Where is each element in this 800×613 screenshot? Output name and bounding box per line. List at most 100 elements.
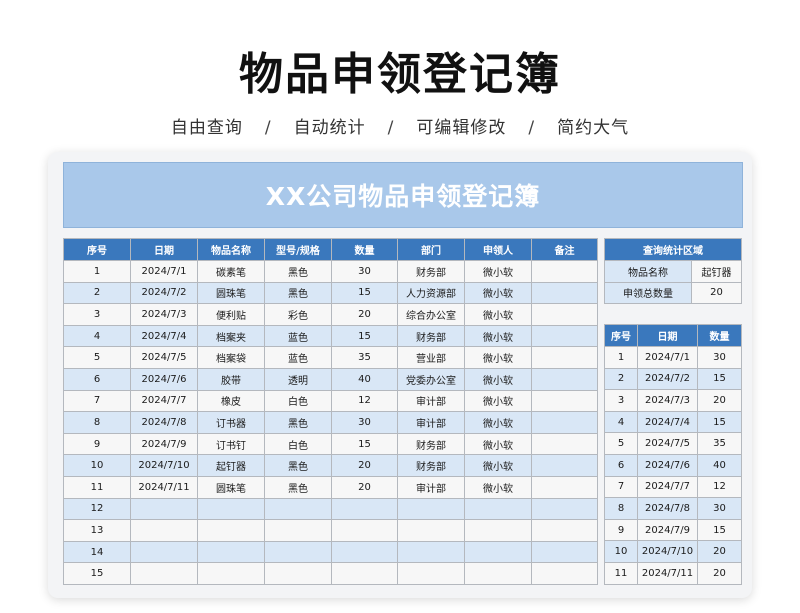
table-cell[interactable]: [130, 519, 198, 542]
table-cell[interactable]: 2024/7/1: [130, 260, 198, 283]
table-cell[interactable]: [331, 497, 398, 521]
column-header[interactable]: 型号/规格: [264, 238, 332, 261]
table-cell[interactable]: 15: [697, 410, 742, 434]
column-header[interactable]: 序号: [604, 324, 638, 347]
table-cell[interactable]: 8: [63, 411, 131, 434]
table-cell[interactable]: 9: [63, 432, 131, 456]
table-cell[interactable]: 15: [331, 432, 398, 456]
table-cell[interactable]: 2024/7/2: [637, 367, 698, 391]
column-header[interactable]: 部门: [397, 238, 465, 261]
table-cell[interactable]: 起钉器: [197, 454, 265, 477]
table-cell[interactable]: [197, 562, 265, 585]
table-cell[interactable]: 20: [697, 389, 742, 412]
table-cell[interactable]: 15: [63, 562, 131, 585]
table-cell[interactable]: 黑色: [264, 475, 332, 499]
table-cell[interactable]: 1: [604, 346, 638, 369]
table-cell[interactable]: 2024/7/8: [637, 497, 698, 520]
table-cell[interactable]: 2024/7/3: [637, 389, 698, 412]
table-cell[interactable]: 蓝色: [264, 324, 332, 348]
table-cell[interactable]: [531, 497, 598, 521]
table-cell[interactable]: 2024/7/1: [637, 346, 698, 369]
table-cell[interactable]: 9: [604, 518, 638, 542]
table-cell[interactable]: 黑色: [264, 411, 332, 434]
table-cell[interactable]: [397, 562, 465, 585]
column-header[interactable]: 申领人: [464, 238, 532, 261]
column-header[interactable]: 备注: [531, 238, 598, 261]
table-cell[interactable]: 2024/7/2: [130, 281, 198, 305]
table-cell[interactable]: 微小软: [464, 346, 532, 369]
table-cell[interactable]: 圆珠笔: [197, 281, 265, 305]
table-cell[interactable]: 2024/7/9: [130, 432, 198, 456]
table-cell[interactable]: 2024/7/10: [130, 454, 198, 477]
table-cell[interactable]: 综合办公室: [397, 303, 465, 326]
table-cell[interactable]: [531, 303, 598, 326]
table-cell[interactable]: [464, 562, 532, 585]
table-cell[interactable]: 黑色: [264, 454, 332, 477]
query-total-value[interactable]: 20: [691, 281, 742, 305]
table-cell[interactable]: [264, 519, 332, 542]
table-cell[interactable]: 彩色: [264, 303, 332, 326]
table-cell[interactable]: 35: [331, 346, 398, 369]
table-cell[interactable]: 财务部: [397, 454, 465, 477]
table-cell[interactable]: 2024/7/11: [130, 475, 198, 499]
table-cell[interactable]: 14: [63, 540, 131, 564]
table-cell[interactable]: 10: [604, 540, 638, 563]
column-header[interactable]: 序号: [63, 238, 131, 261]
table-cell[interactable]: [531, 260, 598, 283]
table-cell[interactable]: 15: [697, 367, 742, 391]
table-cell[interactable]: 审计部: [397, 389, 465, 413]
table-cell[interactable]: 12: [63, 497, 131, 521]
table-cell[interactable]: 20: [331, 303, 398, 326]
column-header[interactable]: 数量: [331, 238, 398, 261]
table-cell[interactable]: 4: [63, 324, 131, 348]
table-cell[interactable]: 胶带: [197, 367, 265, 391]
table-cell[interactable]: [264, 497, 332, 521]
table-cell[interactable]: 11: [63, 475, 131, 499]
table-cell[interactable]: 碳素笔: [197, 260, 265, 283]
table-cell[interactable]: 2024/7/8: [130, 411, 198, 434]
table-cell[interactable]: 1: [63, 260, 131, 283]
table-cell[interactable]: 2024/7/4: [130, 324, 198, 348]
table-cell[interactable]: 8: [604, 497, 638, 520]
table-cell[interactable]: 微小软: [464, 411, 532, 434]
table-cell[interactable]: [397, 540, 465, 564]
table-cell[interactable]: [531, 346, 598, 369]
table-cell[interactable]: 2024/7/4: [637, 410, 698, 434]
table-cell[interactable]: 微小软: [464, 324, 532, 348]
table-cell[interactable]: 微小软: [464, 475, 532, 499]
table-cell[interactable]: 微小软: [464, 367, 532, 391]
table-cell[interactable]: 30: [697, 346, 742, 369]
column-header[interactable]: 物品名称: [197, 238, 265, 261]
table-cell[interactable]: 黑色: [264, 281, 332, 305]
table-cell[interactable]: 2024/7/5: [637, 432, 698, 455]
table-cell[interactable]: 15: [331, 281, 398, 305]
table-cell[interactable]: 2024/7/5: [130, 346, 198, 369]
table-cell[interactable]: 30: [331, 411, 398, 434]
table-cell[interactable]: 13: [63, 519, 131, 542]
table-cell[interactable]: [197, 540, 265, 564]
column-header[interactable]: 日期: [130, 238, 198, 261]
table-cell[interactable]: 财务部: [397, 432, 465, 456]
table-cell[interactable]: [197, 497, 265, 521]
query-item-value[interactable]: 起钉器: [691, 260, 742, 283]
table-cell[interactable]: [397, 519, 465, 542]
table-cell[interactable]: 7: [604, 475, 638, 499]
table-cell[interactable]: [531, 389, 598, 413]
table-cell[interactable]: 橡皮: [197, 389, 265, 413]
table-cell[interactable]: 订书器: [197, 411, 265, 434]
table-cell[interactable]: 11: [604, 561, 638, 585]
table-cell[interactable]: 40: [697, 453, 742, 477]
table-cell[interactable]: 档案夹: [197, 324, 265, 348]
table-cell[interactable]: 人力资源部: [397, 281, 465, 305]
table-cell[interactable]: [397, 497, 465, 521]
table-cell[interactable]: 12: [697, 475, 742, 499]
table-cell[interactable]: 微小软: [464, 303, 532, 326]
table-cell[interactable]: 微小软: [464, 432, 532, 456]
table-cell[interactable]: 审计部: [397, 475, 465, 499]
table-cell[interactable]: 30: [697, 497, 742, 520]
table-cell[interactable]: 白色: [264, 389, 332, 413]
table-cell[interactable]: [130, 497, 198, 521]
table-cell[interactable]: 圆珠笔: [197, 475, 265, 499]
table-cell[interactable]: 7: [63, 389, 131, 413]
table-cell[interactable]: 白色: [264, 432, 332, 456]
